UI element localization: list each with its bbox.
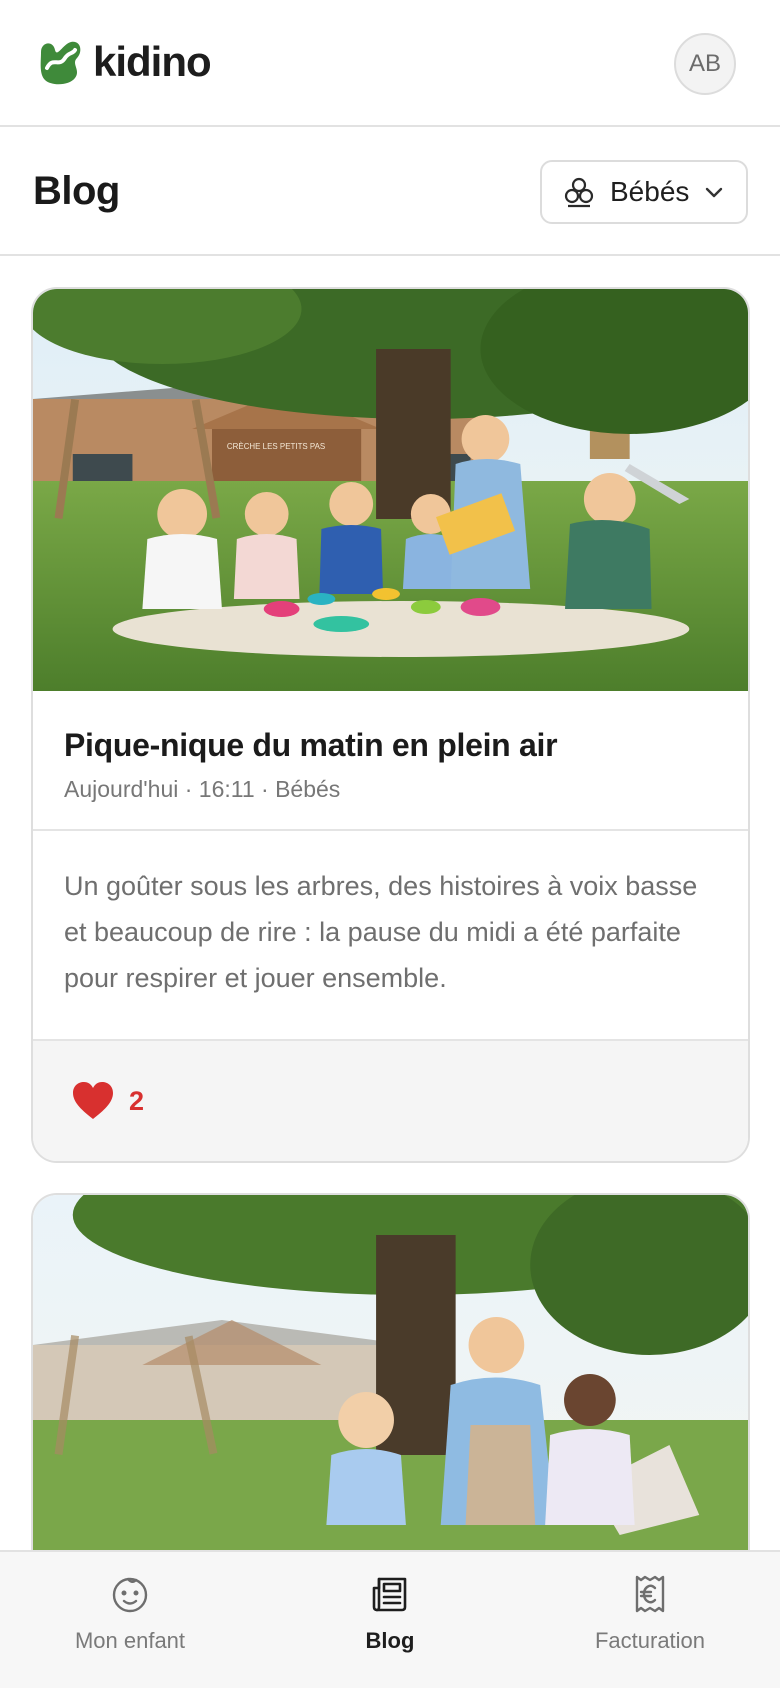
newspaper-icon bbox=[372, 1577, 407, 1612]
top-app-bar: kidino AB bbox=[0, 0, 780, 127]
nav-item-facturation[interactable]: Facturation bbox=[520, 1552, 780, 1688]
page-title: Blog bbox=[33, 169, 120, 213]
heart-icon[interactable] bbox=[71, 1081, 115, 1121]
bottom-navigation: Mon enfant Blog Facturation bbox=[0, 1550, 780, 1688]
user-avatar[interactable]: AB bbox=[674, 33, 736, 95]
post-body: Un goûter sous les arbres, des histoires… bbox=[33, 831, 748, 1041]
post-footer: 2 bbox=[33, 1041, 748, 1161]
baby-face-icon bbox=[112, 1577, 148, 1613]
kidino-logo-icon bbox=[40, 41, 81, 85]
blog-post-card[interactable] bbox=[31, 1193, 750, 1599]
post-photo[interactable]: CRÈCHE LES PETITS PAS bbox=[33, 289, 748, 691]
group-icon bbox=[564, 177, 594, 208]
blog-post-card[interactable]: CRÈCHE LES PETITS PAS Pique-nique du mat… bbox=[31, 287, 750, 1163]
post-text: Un goûter sous les arbres, des histoires… bbox=[64, 871, 698, 993]
app-name: kidino bbox=[93, 38, 212, 85]
nav-label: Facturation bbox=[594, 1628, 706, 1653]
post-meta: Aujourd'hui · 16:11 · Bébés bbox=[64, 776, 341, 802]
post-header: Pique-nique du matin en plein air Aujour… bbox=[33, 691, 748, 831]
post-title[interactable]: Pique-nique du matin en plein air bbox=[64, 727, 717, 764]
nursery-sign: CRÈCHE LES PETITS PAS bbox=[227, 442, 325, 451]
nav-label: Mon enfant bbox=[74, 1628, 186, 1653]
blog-feed: CRÈCHE LES PETITS PAS Pique-nique du mat… bbox=[31, 287, 750, 1629]
group-filter-dropdown[interactable]: Bébés bbox=[540, 160, 748, 224]
nav-label: Blog bbox=[365, 1628, 415, 1653]
nav-item-blog[interactable]: Blog bbox=[260, 1552, 520, 1688]
post-photo[interactable] bbox=[33, 1195, 748, 1597]
page-header: Blog Bébés bbox=[0, 127, 780, 256]
filter-value: Bébés bbox=[610, 176, 690, 207]
kidino-logo[interactable]: kidino bbox=[37, 38, 212, 86]
chevron-down-icon bbox=[706, 187, 723, 198]
euro-receipt-icon bbox=[635, 1575, 665, 1613]
like-count: 2 bbox=[129, 1085, 145, 1116]
nav-item-mon-enfant[interactable]: Mon enfant bbox=[0, 1552, 260, 1688]
